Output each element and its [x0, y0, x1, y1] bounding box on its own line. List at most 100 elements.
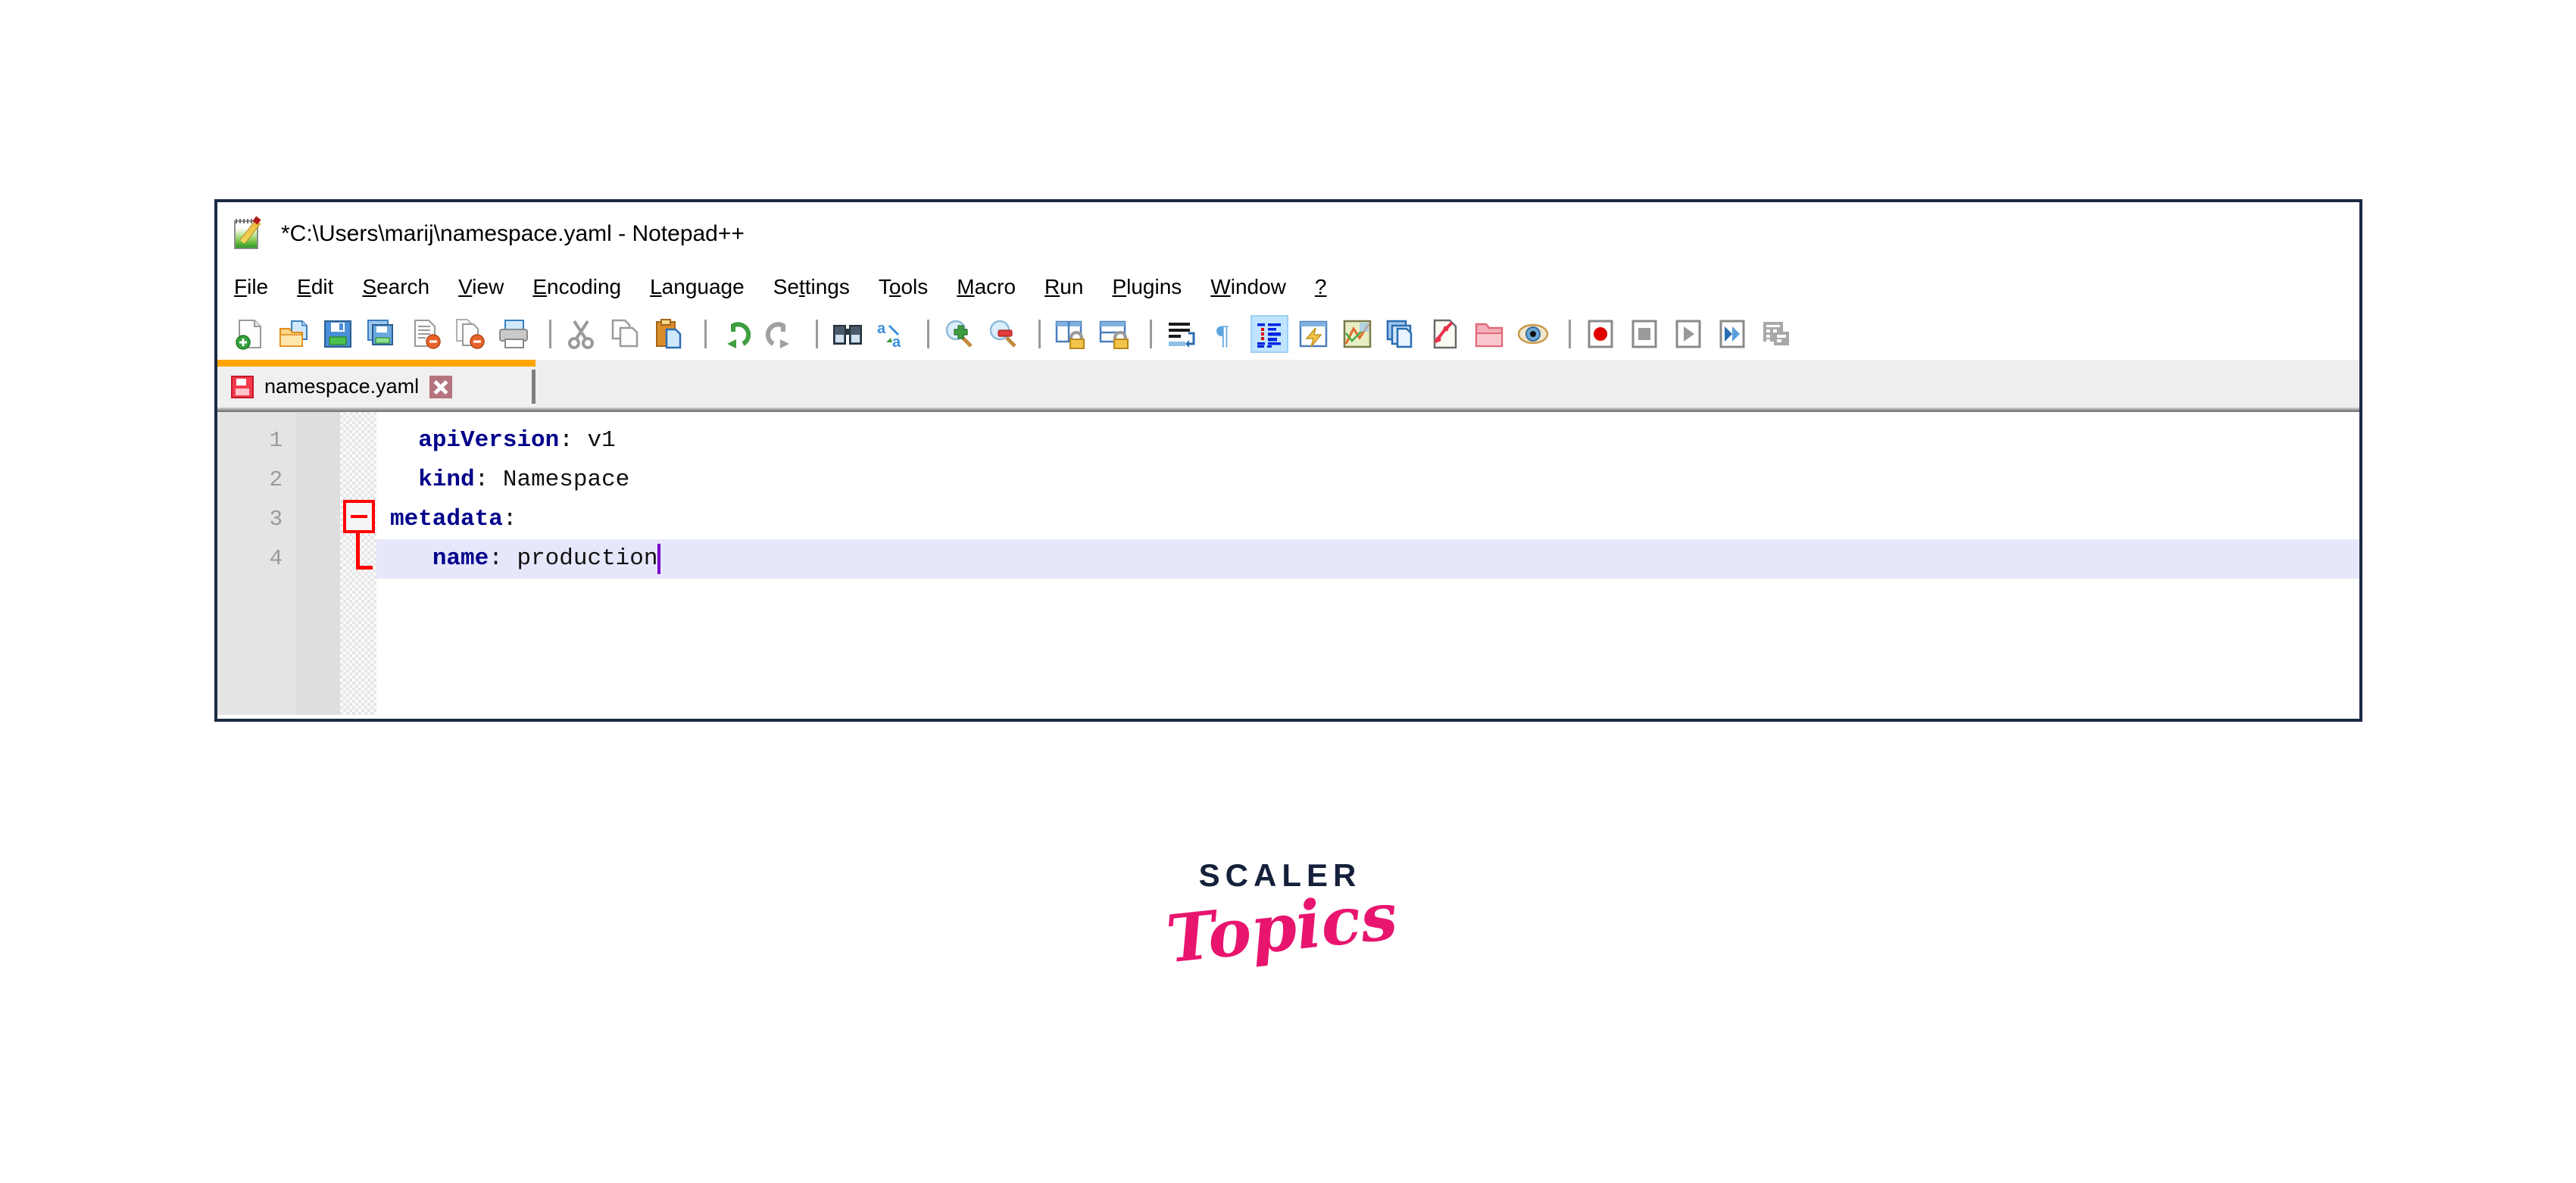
- bookmark-margin[interactable]: [296, 412, 340, 715]
- document-map-icon[interactable]: [1338, 315, 1376, 353]
- close-all-files-icon[interactable]: [451, 315, 489, 353]
- replace-icon[interactable]: a a: [873, 315, 910, 353]
- tab-label: namespace.yaml: [264, 375, 420, 398]
- tab-bar: namespace.yaml: [217, 360, 2359, 407]
- yaml-separator: :: [489, 545, 517, 572]
- monitoring-icon[interactable]: [1514, 315, 1552, 353]
- toolbar-separator: [816, 320, 818, 348]
- fold-line-end: [356, 566, 373, 570]
- menu-item-encoding[interactable]: Encoding: [532, 275, 621, 299]
- window-title: *C:\Users\marij\namespace.yaml - Notepad…: [281, 221, 745, 246]
- yaml-separator: :: [474, 467, 503, 493]
- floppy-unsaved-icon: [231, 375, 254, 398]
- close-file-icon[interactable]: [407, 315, 445, 353]
- yaml-key: apiVersion: [418, 427, 560, 454]
- toolbar-separator: [1038, 320, 1041, 348]
- line-number: 2: [269, 467, 283, 492]
- code-content[interactable]: apiVersion: v1 kind: Namespace metadata:…: [376, 412, 2359, 715]
- user-defined-dialog-icon[interactable]: [1294, 315, 1332, 353]
- menu-bar: File Edit Search View Encoding Language …: [217, 266, 2359, 308]
- document-list-icon[interactable]: [1382, 315, 1420, 353]
- save-icon[interactable]: [319, 315, 357, 353]
- zoom-out-icon[interactable]: [984, 315, 1022, 353]
- code-line-active[interactable]: name: production: [376, 539, 2359, 579]
- menu-item-edit[interactable]: Edit: [297, 275, 333, 299]
- show-all-characters-icon[interactable]: ¶: [1207, 315, 1244, 353]
- svg-text:a: a: [877, 320, 886, 337]
- notepad-plus-plus-window: *C:\Users\marij\namespace.yaml - Notepad…: [214, 199, 2362, 722]
- yaml-key: name: [432, 545, 489, 572]
- function-list-icon[interactable]: [1426, 315, 1464, 353]
- yaml-key: metadata: [390, 506, 503, 532]
- yaml-separator: :: [502, 506, 517, 532]
- find-icon[interactable]: [829, 315, 866, 353]
- indent-guide-icon[interactable]: [1251, 315, 1288, 353]
- toolbar-separator: [704, 320, 707, 348]
- yaml-value: v1: [587, 427, 616, 454]
- line-number: 4: [269, 546, 283, 571]
- yaml-separator: :: [559, 427, 588, 454]
- text-caret: [657, 544, 661, 574]
- menu-item-settings[interactable]: Settings: [773, 275, 850, 299]
- menu-item-plugins[interactable]: Plugins: [1112, 275, 1182, 299]
- toolbar: a a ¶: [217, 308, 2359, 360]
- toolbar-separator: [927, 320, 929, 348]
- sync-vertical-scroll-icon[interactable]: [1051, 315, 1089, 353]
- line-number-gutter: 1 2 3 4: [217, 412, 296, 715]
- close-tab-icon[interactable]: [429, 375, 453, 398]
- tab-bar-divider: [217, 407, 2359, 412]
- menu-item-window[interactable]: Window: [1210, 275, 1286, 299]
- save-all-icon[interactable]: [363, 315, 401, 353]
- new-file-icon[interactable]: [231, 315, 269, 353]
- sync-horizontal-scroll-icon[interactable]: [1095, 315, 1133, 353]
- tab-namespace-yaml[interactable]: namespace.yaml: [217, 360, 535, 407]
- zoom-in-icon[interactable]: [940, 315, 978, 353]
- macro-run-multiple-icon[interactable]: [1713, 315, 1751, 353]
- yaml-key: kind: [418, 467, 475, 493]
- line-number: 3: [269, 507, 283, 532]
- scaler-topics-logo: SCALER Topics: [1163, 860, 1400, 979]
- svg-text:¶: ¶: [1216, 320, 1229, 350]
- open-file-icon[interactable]: [275, 315, 313, 353]
- yaml-value: production: [517, 545, 658, 572]
- menu-item-search[interactable]: Search: [362, 275, 429, 299]
- fold-collapse-toggle[interactable]: [343, 500, 375, 533]
- macro-play-icon[interactable]: [1669, 315, 1707, 353]
- svg-text:a: a: [892, 334, 901, 350]
- code-line[interactable]: apiVersion: v1: [376, 421, 2359, 460]
- fold-line: [356, 533, 360, 570]
- notepad-plus-plus-icon: [233, 216, 266, 251]
- paste-icon[interactable]: [650, 315, 688, 353]
- redo-icon[interactable]: [761, 315, 799, 353]
- undo-icon[interactable]: [717, 315, 755, 353]
- code-line[interactable]: metadata:: [376, 500, 2359, 539]
- menu-item-run[interactable]: Run: [1044, 275, 1083, 299]
- word-wrap-icon[interactable]: [1163, 315, 1201, 353]
- menu-item-tools[interactable]: Tools: [879, 275, 928, 299]
- menu-item-macro[interactable]: Macro: [957, 275, 1016, 299]
- menu-item-help[interactable]: ?: [1315, 275, 1327, 299]
- print-icon[interactable]: [495, 315, 532, 353]
- toolbar-separator: [1150, 320, 1152, 348]
- toolbar-separator: [549, 320, 551, 348]
- fold-margin[interactable]: [340, 412, 376, 715]
- code-editor[interactable]: 1 2 3 4 apiVersion: v1 kind: Namespace m…: [217, 412, 2359, 715]
- copy-icon[interactable]: [606, 315, 644, 353]
- menu-item-language[interactable]: Language: [650, 275, 745, 299]
- yaml-value: Namespace: [502, 467, 630, 493]
- folder-as-workspace-icon[interactable]: [1470, 315, 1508, 353]
- line-number: 1: [269, 428, 283, 453]
- macro-stop-icon[interactable]: [1625, 315, 1663, 353]
- menu-item-view[interactable]: View: [458, 275, 504, 299]
- toolbar-separator: [1569, 320, 1571, 348]
- title-bar: *C:\Users\marij\namespace.yaml - Notepad…: [217, 202, 2359, 266]
- macro-record-icon[interactable]: [1582, 315, 1619, 353]
- logo-topics-text: Topics: [1163, 878, 1401, 979]
- code-line[interactable]: kind: Namespace: [376, 460, 2359, 500]
- macro-save-icon[interactable]: [1757, 315, 1795, 353]
- menu-item-file[interactable]: File: [234, 275, 268, 299]
- cut-icon[interactable]: [562, 315, 600, 353]
